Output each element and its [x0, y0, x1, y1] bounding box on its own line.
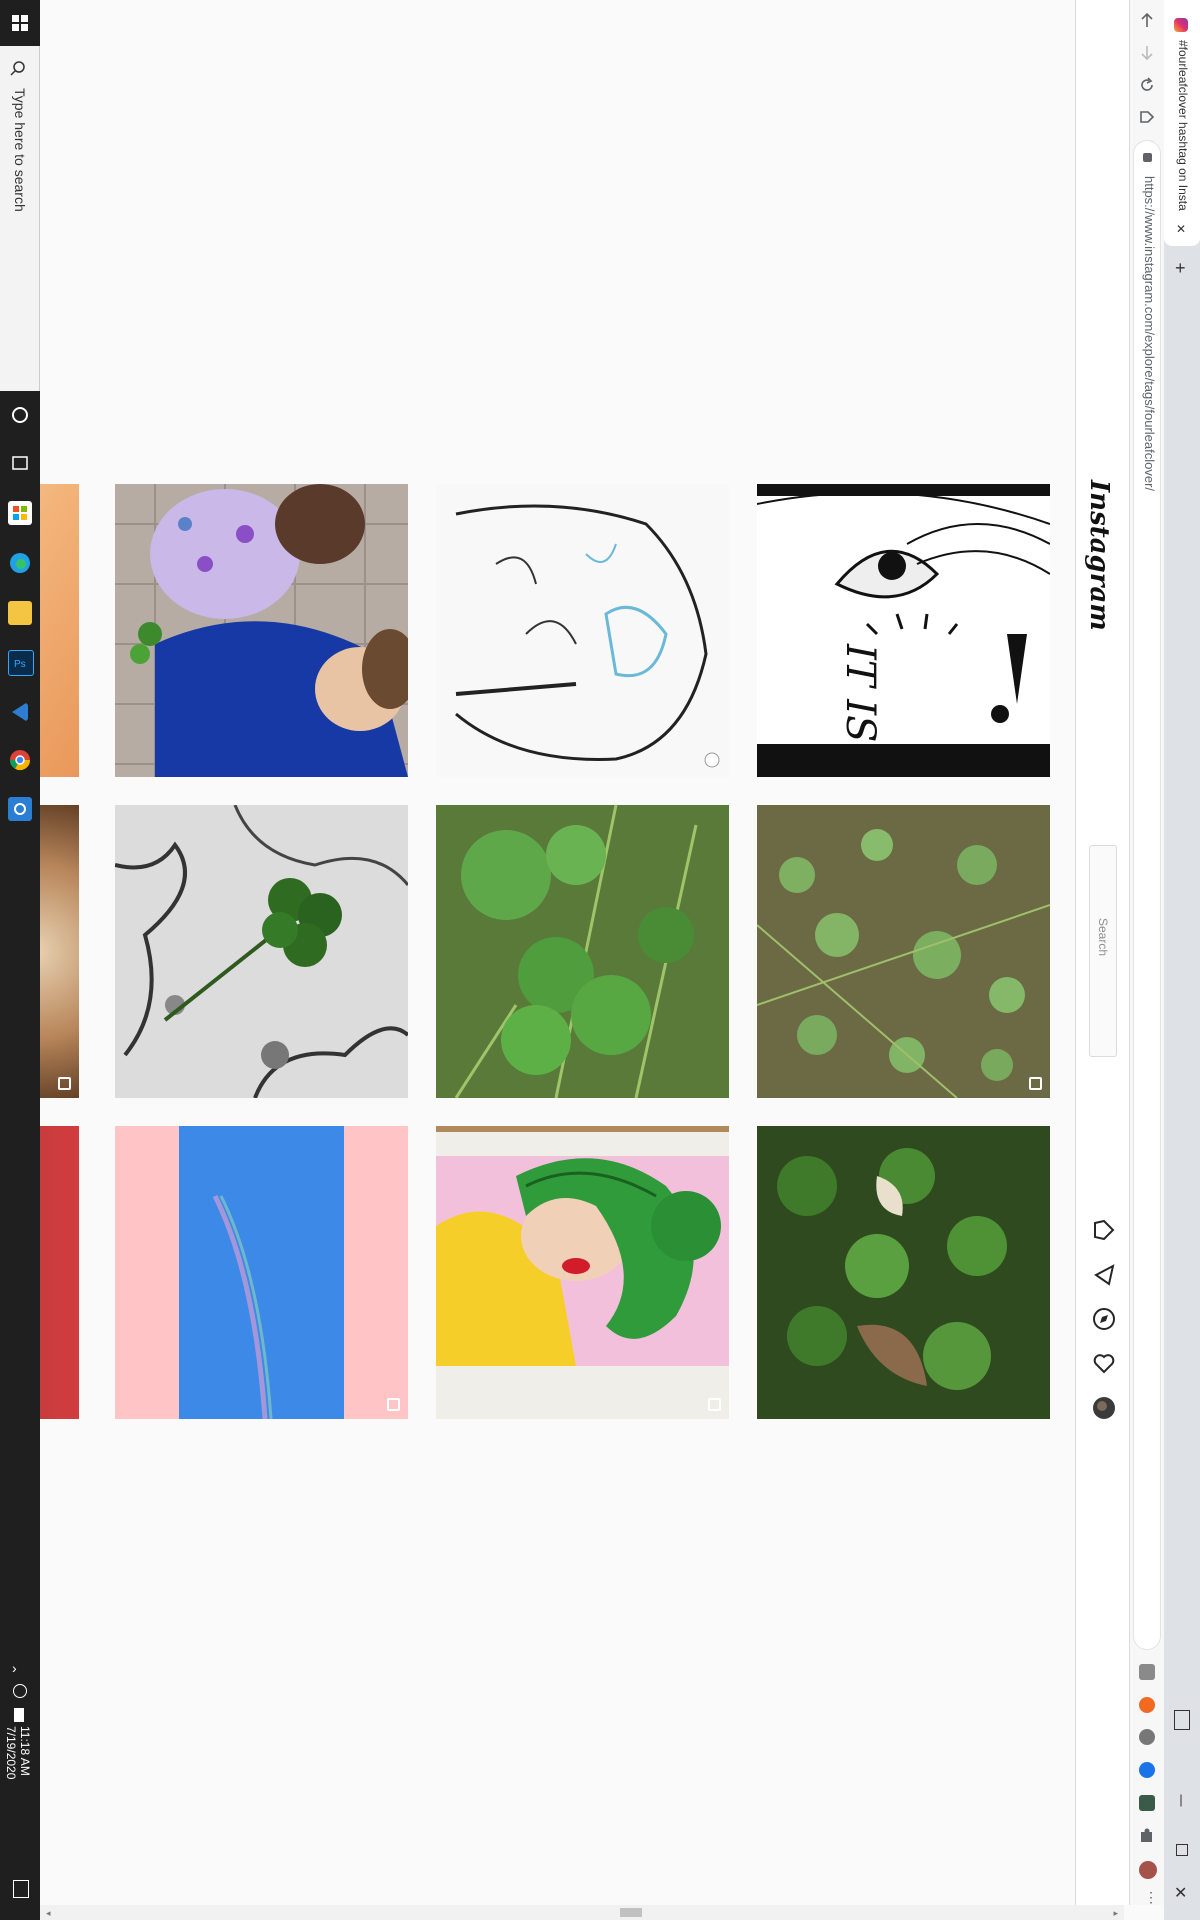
direct-message-icon[interactable]: [1092, 1263, 1116, 1287]
post-tile[interactable]: IT IS THAT: [757, 484, 1050, 777]
cortana-icon[interactable]: [8, 403, 32, 427]
reload-icon[interactable]: [1139, 77, 1155, 93]
scrollbar-thumb[interactable]: [620, 1908, 642, 1917]
tab-strip: #fourleafclover hashtag on Insta ✕ + ✕: [1164, 0, 1200, 1920]
url-text: https://www.instagram.com/explore/tags/f…: [1142, 176, 1157, 492]
post-tile[interactable]: [757, 805, 1050, 1098]
multiple-posts-icon: [387, 1398, 400, 1411]
extension-gray-icon[interactable]: [1139, 1729, 1155, 1745]
edge-icon[interactable]: [8, 551, 32, 575]
horizontal-scrollbar[interactable]: ◂ ▸: [40, 1905, 1124, 1920]
post-tile[interactable]: [40, 484, 79, 777]
lock-icon: [1143, 153, 1152, 162]
tab-title: #fourleafclover hashtag on Insta: [1176, 40, 1190, 211]
browser-menu-icon[interactable]: ⋮: [1144, 1890, 1158, 1904]
activity-heart-icon[interactable]: [1092, 1351, 1116, 1375]
search-placeholder: Search: [1096, 918, 1110, 957]
multiple-posts-icon: [1029, 1077, 1042, 1090]
instagram-favicon-icon: [1174, 18, 1188, 32]
windows-taskbar: Type here to search Ps › 11:18 AM 7/19/20…: [0, 0, 40, 1920]
multiple-posts-icon: [708, 1398, 721, 1411]
scroll-left-arrow-icon[interactable]: ◂: [46, 1908, 51, 1919]
browser-toolbar: https://www.instagram.com/explore/tags/f…: [1130, 0, 1164, 1905]
network-icon[interactable]: [13, 1684, 27, 1698]
instagram-logo[interactable]: Instagram: [1084, 480, 1114, 631]
store-icon[interactable]: [8, 501, 32, 525]
post-tile[interactable]: [757, 1126, 1050, 1419]
minimize-icon[interactable]: [1180, 1794, 1182, 1807]
forward-arrow-icon[interactable]: [1139, 45, 1155, 61]
profile-avatar-icon[interactable]: [1139, 1861, 1157, 1879]
restore-icon[interactable]: [1176, 1844, 1188, 1856]
instagram-search-input[interactable]: Search: [1089, 845, 1117, 1057]
tab-instagram[interactable]: #fourleafclover hashtag on Insta ✕: [1164, 0, 1200, 246]
photoshop-icon[interactable]: Ps: [8, 650, 34, 676]
post-tile[interactable]: [436, 484, 729, 777]
file-explorer-icon[interactable]: [8, 601, 32, 625]
post-tile[interactable]: [436, 1126, 729, 1419]
battery-icon[interactable]: [14, 1708, 24, 1722]
task-view-icon[interactable]: [8, 451, 32, 475]
address-bar[interactable]: https://www.instagram.com/explore/tags/f…: [1133, 140, 1161, 1650]
extension-orange-icon[interactable]: [1139, 1697, 1155, 1713]
time-text: 11:18 AM: [18, 1726, 32, 1776]
settings-gear-icon[interactable]: [8, 797, 32, 821]
taskbar-search-box[interactable]: Type here to search: [0, 46, 40, 391]
home-page-icon[interactable]: [1139, 109, 1155, 125]
extension-grammarly-icon[interactable]: [1139, 1664, 1155, 1680]
close-window-icon[interactable]: ✕: [1174, 1883, 1187, 1903]
profile-avatar[interactable]: [1092, 1396, 1116, 1420]
svg-text:Ps: Ps: [14, 659, 26, 670]
close-tab-icon[interactable]: ✕: [1176, 222, 1186, 236]
extensions-puzzle-icon[interactable]: [1139, 1828, 1155, 1844]
post-tile[interactable]: [436, 805, 729, 1098]
multiple-posts-icon: [58, 1077, 71, 1090]
instagram-navbar: Instagram Search: [1075, 0, 1130, 1905]
extension-blue-icon[interactable]: [1139, 1762, 1155, 1778]
post-tile[interactable]: [40, 805, 79, 1098]
visual-studio-icon[interactable]: [8, 700, 32, 724]
instagram-explore-grid: IT IS THAT: [40, 0, 1075, 1905]
home-icon[interactable]: [1092, 1218, 1116, 1242]
comic-text: IT IS THAT: [837, 643, 883, 777]
post-tile[interactable]: [115, 805, 408, 1098]
system-tray: › 11:18 AM 7/19/2020: [0, 1660, 40, 1920]
date-text: 7/19/2020: [4, 1726, 18, 1780]
taskbar-search-placeholder: Type here to search: [12, 88, 28, 212]
explore-compass-icon[interactable]: [1092, 1307, 1116, 1331]
clock[interactable]: 11:18 AM 7/19/2020: [4, 1726, 32, 1779]
new-tab-button[interactable]: +: [1175, 258, 1186, 279]
notification-icon[interactable]: [13, 1880, 29, 1898]
windows-start-icon[interactable]: [0, 0, 40, 46]
search-icon: [10, 61, 25, 76]
tab-search-icon[interactable]: [1174, 1710, 1190, 1730]
extension-green-icon[interactable]: [1139, 1795, 1155, 1811]
post-tile[interactable]: [115, 484, 408, 777]
back-arrow-icon[interactable]: [1139, 12, 1155, 28]
post-tile[interactable]: [40, 1126, 79, 1419]
chrome-icon[interactable]: [8, 748, 32, 772]
post-tile[interactable]: [115, 1126, 408, 1419]
chevron-up-icon[interactable]: ›: [12, 1660, 17, 1676]
scroll-right-arrow-icon[interactable]: ▸: [1113, 1908, 1118, 1919]
